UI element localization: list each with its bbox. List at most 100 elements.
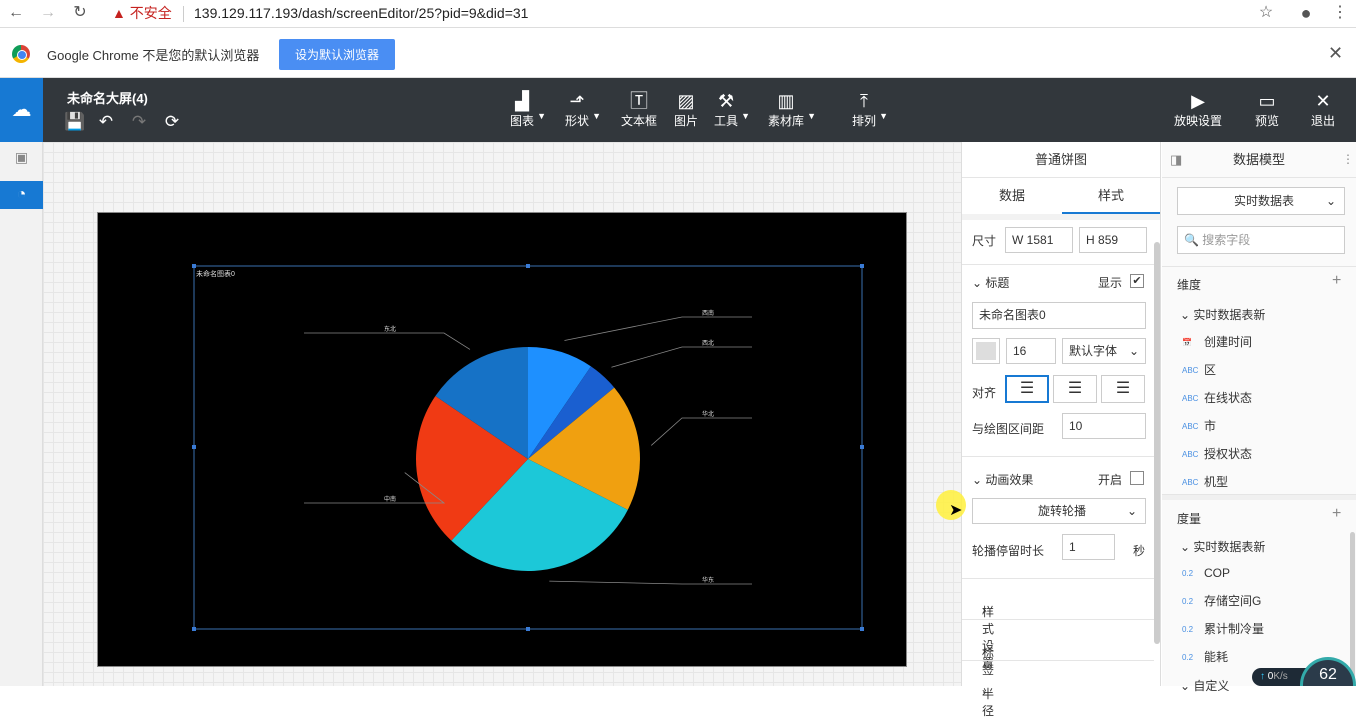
measure-field[interactable]: 0.2 存储空间G xyxy=(1182,591,1261,611)
label-section[interactable]: › 标签 xyxy=(962,619,1154,677)
scrollbar[interactable] xyxy=(1154,242,1160,644)
toolbar-close-button[interactable]: ✕ 退出 xyxy=(1311,90,1335,136)
tool-bar-chart[interactable]: ▟ 图表 ▼ xyxy=(510,90,546,136)
chevron-down-icon: ⌄ xyxy=(1325,194,1336,208)
tool-library[interactable]: ▥ 素材库 ▼ xyxy=(768,90,816,136)
app-logo-icon[interactable]: ☁ xyxy=(0,78,43,142)
height-input[interactable]: H 859 xyxy=(1079,227,1147,253)
tool-textbox[interactable]: 🅃 文本框 xyxy=(621,90,657,136)
gauge-widget: 62 xyxy=(1300,657,1356,686)
infobar-close-icon[interactable]: ✕ xyxy=(1328,44,1343,62)
font-family-select[interactable]: 默认字体 ⌄ xyxy=(1062,338,1146,364)
align-right-button[interactable]: ☰ xyxy=(1101,375,1145,403)
left-rail: ▣ ◔ xyxy=(0,142,43,686)
radius-section[interactable]: › 半径 xyxy=(962,660,1154,718)
anim-mode-value: 旋转轮播 xyxy=(1037,504,1086,518)
align-center-button[interactable]: ☰ xyxy=(1053,375,1097,403)
leader-line xyxy=(564,316,752,341)
toolbar-preview-button[interactable]: ▭ 预览 xyxy=(1255,90,1279,136)
font-size-input[interactable]: 16 xyxy=(1006,338,1056,364)
screen-title[interactable]: 未命名大屏(4) xyxy=(67,88,148,107)
refresh-icon[interactable]: ⟳ xyxy=(161,112,183,132)
font-color-swatch[interactable] xyxy=(972,338,1000,364)
search-placeholder: 搜索字段 xyxy=(1202,233,1251,247)
tool-shape[interactable]: ⬏ 形状 ▼ xyxy=(565,90,601,136)
add-measure-icon[interactable]: + xyxy=(1332,505,1341,523)
toolbar-play-button[interactable]: ▶ 放映设置 xyxy=(1174,90,1222,136)
account-icon[interactable]: ● xyxy=(1294,2,1318,24)
browser-toolbar: ← → ↻ ▲ 不安全 139.129.117.193/dash/screenE… xyxy=(0,0,1356,28)
infobar-message: Google Chrome 不是您的默认浏览器 xyxy=(47,48,260,63)
align-label: 对齐 xyxy=(972,386,997,400)
table-select[interactable]: 实时数据表 ⌄ xyxy=(1177,187,1345,215)
tab-data[interactable]: 数据 xyxy=(962,178,1062,214)
size-label: 尺寸 xyxy=(972,234,997,248)
dimension-field[interactable]: ABC 在线状态 xyxy=(1182,388,1252,408)
dimension-group[interactable]: ⌄ 实时数据表新 xyxy=(1180,306,1265,323)
dimension-group-label: 实时数据表新 xyxy=(1193,308,1266,322)
add-dimension-icon[interactable]: + xyxy=(1332,272,1341,290)
tool-label: 退出 xyxy=(1311,114,1336,128)
undo-icon[interactable]: ↶ xyxy=(95,112,117,132)
calendar-icon: 📅 xyxy=(1182,337,1192,347)
tab-style[interactable]: 样式 xyxy=(1062,178,1160,214)
redo-icon[interactable]: ↷ xyxy=(128,112,150,132)
dwell-input[interactable]: 1 xyxy=(1062,534,1115,560)
url-text[interactable]: 139.129.117.193/dash/screenEditor/25?pid… xyxy=(194,3,528,23)
dimension-field[interactable]: ABC 授权状态 xyxy=(1182,444,1252,464)
dimension-field[interactable]: 📅 创建时间 xyxy=(1182,332,1252,352)
close-icon: ✕ xyxy=(1315,91,1331,111)
net-speed-unit: K/s xyxy=(1273,671,1288,682)
pie-chart[interactable]: 未命名图表0 西南西北华北华东 中南 东北 xyxy=(98,213,908,668)
tool-image[interactable]: ▨ 图片 xyxy=(674,90,698,136)
leader-line xyxy=(304,332,471,350)
insecure-badge[interactable]: ▲ 不安全 xyxy=(112,3,172,23)
anim-enable-checkbox[interactable] xyxy=(1130,471,1144,485)
title-section-header[interactable]: ⌄ 标题 xyxy=(972,274,1009,291)
measure-group[interactable]: ⌄ 实时数据表新 xyxy=(1180,538,1265,555)
spacing-input[interactable]: 10 xyxy=(1062,413,1146,439)
text-type-icon: ABC xyxy=(1182,365,1199,375)
back-icon[interactable]: ← xyxy=(4,2,28,24)
chart-panel-icon[interactable]: ◔ xyxy=(0,181,43,209)
title-input[interactable]: 未命名图表0 xyxy=(972,302,1146,329)
tool-hammer[interactable]: ⚒ 工具 ▼ xyxy=(714,90,750,136)
insecure-label: 不安全 xyxy=(129,5,172,21)
align-left-button[interactable]: ☰ xyxy=(1005,375,1049,403)
search-icon: 🔍 xyxy=(1184,233,1199,247)
chevron-down-icon: ⌄ xyxy=(1180,540,1191,554)
shape-icon: ⬏ xyxy=(569,91,585,111)
dimension-field[interactable]: ABC 区 xyxy=(1182,360,1216,380)
style-settings-section[interactable]: › 样式设置 xyxy=(962,578,1154,670)
mouse-cursor-icon: ➤ xyxy=(949,502,963,519)
anim-section-header[interactable]: ⌄ 动画效果 xyxy=(972,471,1033,488)
more-icon[interactable]: ⋮ xyxy=(1342,152,1354,166)
measure-label: 度量 xyxy=(1177,512,1202,526)
dimension-field[interactable]: ABC 市 xyxy=(1182,416,1216,436)
custom-group-label: 自定义 xyxy=(1193,679,1230,693)
menu-icon[interactable]: ⋮ xyxy=(1328,2,1352,24)
measure-field[interactable]: 0.2 COP xyxy=(1182,563,1230,583)
scrollbar[interactable] xyxy=(1350,532,1355,686)
save-icon[interactable]: 💾 xyxy=(64,112,86,132)
screen-canvas[interactable]: 未命名图表0 西南 西北 华北 华东 中南 东北 xyxy=(97,212,907,667)
reload-icon[interactable]: ↻ xyxy=(68,2,92,24)
divider xyxy=(1162,494,1356,500)
forward-icon[interactable]: → xyxy=(36,2,60,24)
width-input[interactable]: W 1581 xyxy=(1005,227,1073,253)
layers-icon[interactable]: ▣ xyxy=(0,149,43,171)
star-icon[interactable]: ☆ xyxy=(1254,2,1278,24)
resize-handle xyxy=(526,264,530,268)
radius-section-label: 半径 xyxy=(982,687,995,718)
divider xyxy=(1162,266,1356,267)
tool-arrange[interactable]: ⤒ 排列 ▼ xyxy=(852,90,888,136)
field-search-input[interactable]: 🔍 搜索字段 xyxy=(1177,226,1345,254)
set-default-browser-button[interactable]: 设为默认浏览器 xyxy=(279,39,395,70)
dimension-field[interactable]: ABC 机型 xyxy=(1182,472,1228,492)
measure-field[interactable]: 0.2 能耗 xyxy=(1182,647,1228,667)
anim-on-label: 开启 xyxy=(1098,473,1123,487)
show-title-checkbox[interactable]: ✔ xyxy=(1130,274,1144,288)
anim-mode-select[interactable]: 旋转轮播 ⌄ xyxy=(972,498,1146,524)
measure-field[interactable]: 0.2 累计制冷量 xyxy=(1182,619,1264,639)
image-icon: ▨ xyxy=(677,91,695,111)
